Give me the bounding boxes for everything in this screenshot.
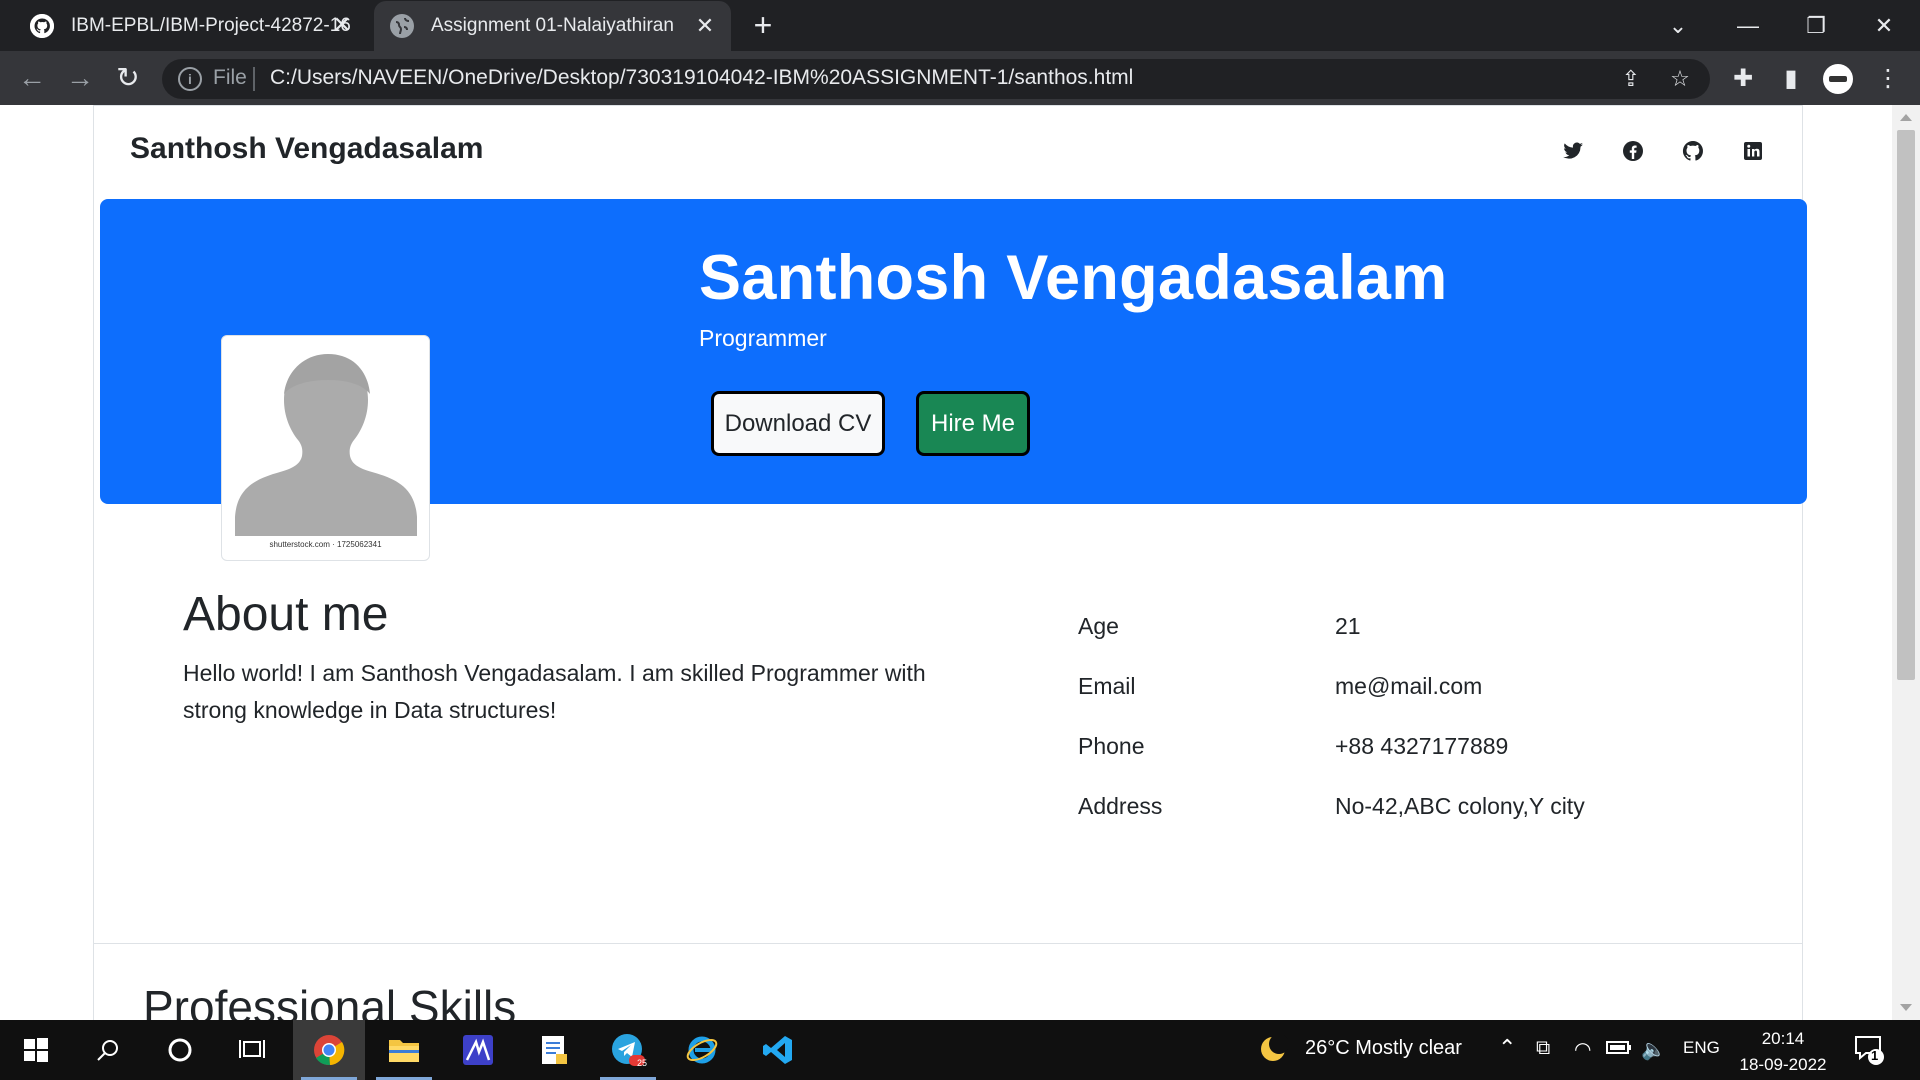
reload-icon[interactable]: ↻	[112, 63, 144, 95]
info-label-phone: Phone	[1078, 733, 1145, 759]
scroll-up-arrow-icon[interactable]	[1900, 114, 1912, 121]
tab-title: Assignment 01-Nalaiyathiran	[431, 15, 674, 36]
forward-icon[interactable]: →	[64, 63, 96, 95]
linkedin-icon[interactable]	[1741, 139, 1765, 163]
hero-role: Programmer	[699, 325, 827, 351]
windows-start-icon[interactable]	[0, 1020, 72, 1080]
download-cv-button[interactable]: Download CV	[711, 391, 885, 456]
chevron-up-icon[interactable]: ⌃	[1498, 1035, 1516, 1061]
close-window-icon[interactable]: ✕	[1866, 8, 1902, 44]
cortana-icon[interactable]	[144, 1020, 216, 1080]
info-value-age: 21	[1335, 613, 1361, 639]
restore-icon[interactable]: ❐	[1798, 8, 1834, 44]
vscode-icon[interactable]	[742, 1020, 814, 1080]
system-clock[interactable]: 20:14 18-09-2022	[1737, 1026, 1829, 1078]
clock-date: 18-09-2022	[1739, 1055, 1827, 1074]
avatar: shutterstock.com · 1725062341	[221, 335, 430, 561]
info-value-email: me@mail.com	[1335, 673, 1483, 699]
section-divider	[93, 943, 1803, 944]
notepad-icon[interactable]	[518, 1020, 590, 1080]
chrome-taskbar-icon[interactable]	[293, 1020, 365, 1080]
globe-icon	[390, 14, 414, 38]
tab-github[interactable]: IBM-EPBL/IBM-Project-42872-16 ✕	[0, 0, 368, 51]
close-tab-icon[interactable]: ✕	[330, 13, 354, 37]
info-icon[interactable]: i	[178, 67, 202, 91]
twitter-icon[interactable]	[1561, 139, 1585, 163]
windows-taskbar: 25 26°C Mostly clear ⌃ ⧉ ◠ 🔈 ENG 20:14 1…	[0, 1020, 1920, 1080]
tab-assignment[interactable]: Assignment 01-Nalaiyathiran ✕	[374, 1, 731, 51]
browser-toolbar: ← → ↻ i File C:/Users/NAVEEN/OneDrive/De…	[0, 51, 1920, 105]
tab-search-icon[interactable]: ⌄	[1660, 8, 1696, 44]
page-viewport: Santhosh Vengadasalam Santhosh Vengadasa…	[0, 105, 1892, 1020]
github-icon[interactable]	[1681, 139, 1705, 163]
telegram-badge: 25	[637, 1058, 648, 1068]
bookmark-star-icon[interactable]: ☆	[1667, 66, 1693, 92]
close-tab-icon[interactable]: ✕	[693, 14, 717, 38]
scroll-down-arrow-icon[interactable]	[1900, 1004, 1912, 1011]
telegram-icon[interactable]: 25	[592, 1020, 664, 1080]
minimize-icon[interactable]: —	[1730, 8, 1766, 44]
notification-center-icon[interactable]: 1	[1854, 1034, 1884, 1072]
navbar-brand[interactable]: Santhosh Vengadasalam	[130, 132, 483, 166]
scheme-label: File	[213, 66, 247, 89]
menu-icon[interactable]: ⋮	[1872, 63, 1904, 95]
battery-icon[interactable]	[1606, 1036, 1632, 1064]
url-text[interactable]: C:/Users/NAVEEN/OneDrive/Desktop/7303191…	[270, 66, 1133, 90]
new-tab-icon[interactable]: +	[748, 9, 778, 41]
info-value-address: No-42,ABC colony,Y city	[1335, 793, 1585, 819]
search-icon[interactable]	[72, 1020, 144, 1080]
clock-time: 20:14	[1761, 1029, 1805, 1048]
meet-now-icon[interactable]: ⧉	[1536, 1037, 1550, 1060]
file-explorer-icon[interactable]	[368, 1020, 440, 1080]
profile-avatar-icon[interactable]	[1822, 63, 1854, 95]
info-label-email: Email	[1078, 673, 1136, 699]
wifi-icon[interactable]: ◠	[1574, 1037, 1591, 1062]
about-text: Hello world! I am Santhosh Vengadasalam.…	[183, 660, 926, 723]
volume-icon[interactable]: 🔈	[1641, 1037, 1666, 1062]
tab-strip: IBM-EPBL/IBM-Project-42872-16 ✕ Assignme…	[0, 0, 1920, 51]
facebook-icon[interactable]	[1621, 139, 1645, 163]
weather-text[interactable]: 26°C Mostly clear	[1305, 1037, 1462, 1060]
address-separator	[253, 67, 255, 91]
about-title: About me	[183, 588, 389, 641]
input-language[interactable]: ENG	[1683, 1038, 1720, 1058]
share-icon[interactable]: ⇪	[1618, 66, 1644, 92]
notification-count: 1	[1871, 1048, 1879, 1063]
extensions-icon[interactable]: ✚	[1727, 63, 1759, 95]
tab-title: IBM-EPBL/IBM-Project-42872-16	[71, 14, 351, 36]
page-scrollbar[interactable]	[1892, 105, 1920, 1020]
info-label-age: Age	[1078, 613, 1119, 639]
side-panel-icon[interactable]: ▮	[1775, 63, 1807, 95]
hero-name: Santhosh Vengadasalam	[699, 243, 1448, 313]
back-icon[interactable]: ←	[16, 63, 48, 95]
mathematica-icon[interactable]	[442, 1020, 514, 1080]
task-view-icon[interactable]	[216, 1020, 288, 1080]
info-value-phone: +88 4327177889	[1335, 733, 1509, 759]
avatar-caption: shutterstock.com · 1725062341	[269, 540, 382, 549]
info-label-address: Address	[1078, 793, 1163, 819]
skills-title: Professional Skills	[143, 981, 517, 1020]
address-bar[interactable]: i File C:/Users/NAVEEN/OneDrive/Desktop/…	[162, 59, 1710, 99]
scroll-thumb[interactable]	[1897, 130, 1915, 680]
hire-me-button[interactable]: Hire Me	[916, 391, 1030, 456]
weather-moon-icon[interactable]	[1258, 1034, 1290, 1072]
person-silhouette-icon	[235, 354, 417, 536]
github-icon	[30, 13, 54, 38]
internet-explorer-icon[interactable]	[666, 1020, 738, 1080]
